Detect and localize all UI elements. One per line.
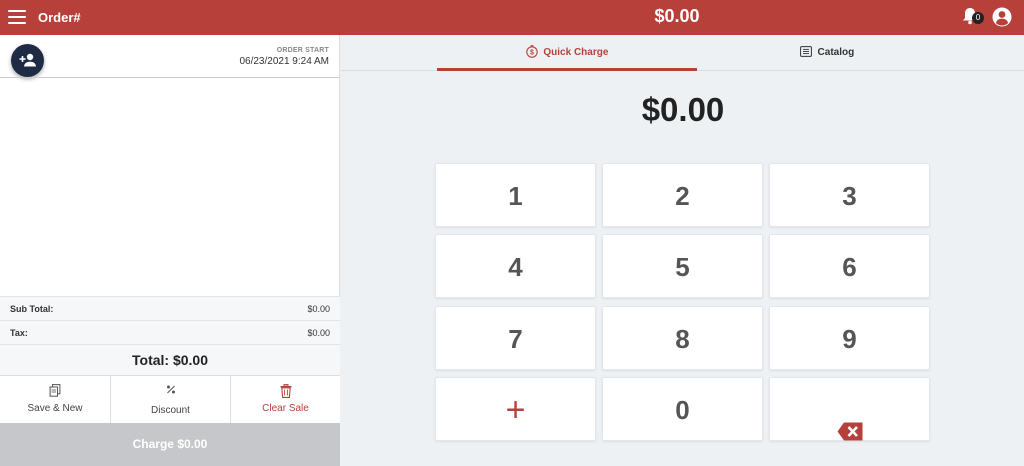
keypad-key-9[interactable]: 9 [769, 306, 930, 370]
add-customer-button[interactable] [11, 44, 44, 77]
save-and-new-label: Save & New [27, 403, 83, 414]
keypad-key-2[interactable]: 2 [602, 163, 763, 227]
order-start-label: ORDER START [276, 47, 329, 54]
header-amount: $0.00 [654, 6, 700, 26]
svg-text:$: $ [530, 50, 534, 57]
tab-quick-charge-label: Quick Charge [543, 47, 609, 58]
order-start-date: 06/23/2021 9:24 AM [239, 56, 329, 67]
order-panel: ORDER START 06/23/2021 9:24 AM Sub Total… [0, 35, 340, 466]
keypad-key-8[interactable]: 8 [602, 306, 763, 370]
discount-label: Discount [151, 405, 190, 416]
backspace-icon [837, 400, 863, 464]
keypad-key-4[interactable]: 4 [435, 234, 596, 298]
keypad-key-7[interactable]: 7 [435, 306, 596, 370]
top-bar: Order# $0.00 0 [0, 0, 1024, 35]
tab-quick-charge[interactable]: $ Quick Charge [437, 35, 697, 71]
clear-sale-label: Clear Sale [262, 403, 309, 414]
add-person-icon [19, 53, 36, 67]
charge-button[interactable]: Charge $0.00 [0, 423, 340, 466]
tab-catalog-label: Catalog [817, 47, 855, 58]
trash-icon [280, 383, 292, 401]
tab-bar: $ Quick Charge Catalog [341, 35, 1024, 71]
clear-sale-button[interactable]: Clear Sale [230, 376, 340, 424]
tax-row: Tax: $0.00 [0, 320, 340, 344]
dollar-timer-icon: $ [525, 45, 538, 61]
keypad-plus-key[interactable]: + [435, 377, 596, 441]
subtotal-label: Sub Total: [10, 304, 54, 314]
tax-label: Tax: [10, 328, 28, 338]
subtotal-row: Sub Total: $0.00 [0, 296, 340, 320]
notification-count-badge: 0 [972, 12, 984, 24]
account-circle-icon[interactable] [992, 7, 1012, 27]
total-text: Total: $0.00 [0, 344, 340, 375]
percent-icon [165, 384, 176, 398]
subtotal-value: $0.00 [307, 304, 330, 314]
keypad-backspace-key[interactable] [769, 377, 930, 441]
keypad-key-1[interactable]: 1 [435, 163, 596, 227]
divider [0, 77, 340, 78]
keypad-key-6[interactable]: 6 [769, 234, 930, 298]
save-and-new-button[interactable]: Save & New [0, 376, 110, 424]
keypad-key-3[interactable]: 3 [769, 163, 930, 227]
catalog-list-icon [799, 46, 812, 60]
quick-charge-amount: $0.00 [641, 91, 725, 128]
order-number-label: Order# [38, 10, 81, 25]
document-copy-icon [49, 384, 61, 400]
keypad-key-0[interactable]: 0 [602, 377, 763, 441]
hamburger-menu-icon[interactable] [8, 10, 26, 24]
tax-value: $0.00 [307, 328, 330, 338]
tab-catalog[interactable]: Catalog [697, 35, 957, 71]
keypad-key-5[interactable]: 5 [602, 234, 763, 298]
discount-button[interactable]: Discount [110, 376, 230, 424]
order-actions: Save & New Discount Clear Sale [0, 375, 340, 424]
